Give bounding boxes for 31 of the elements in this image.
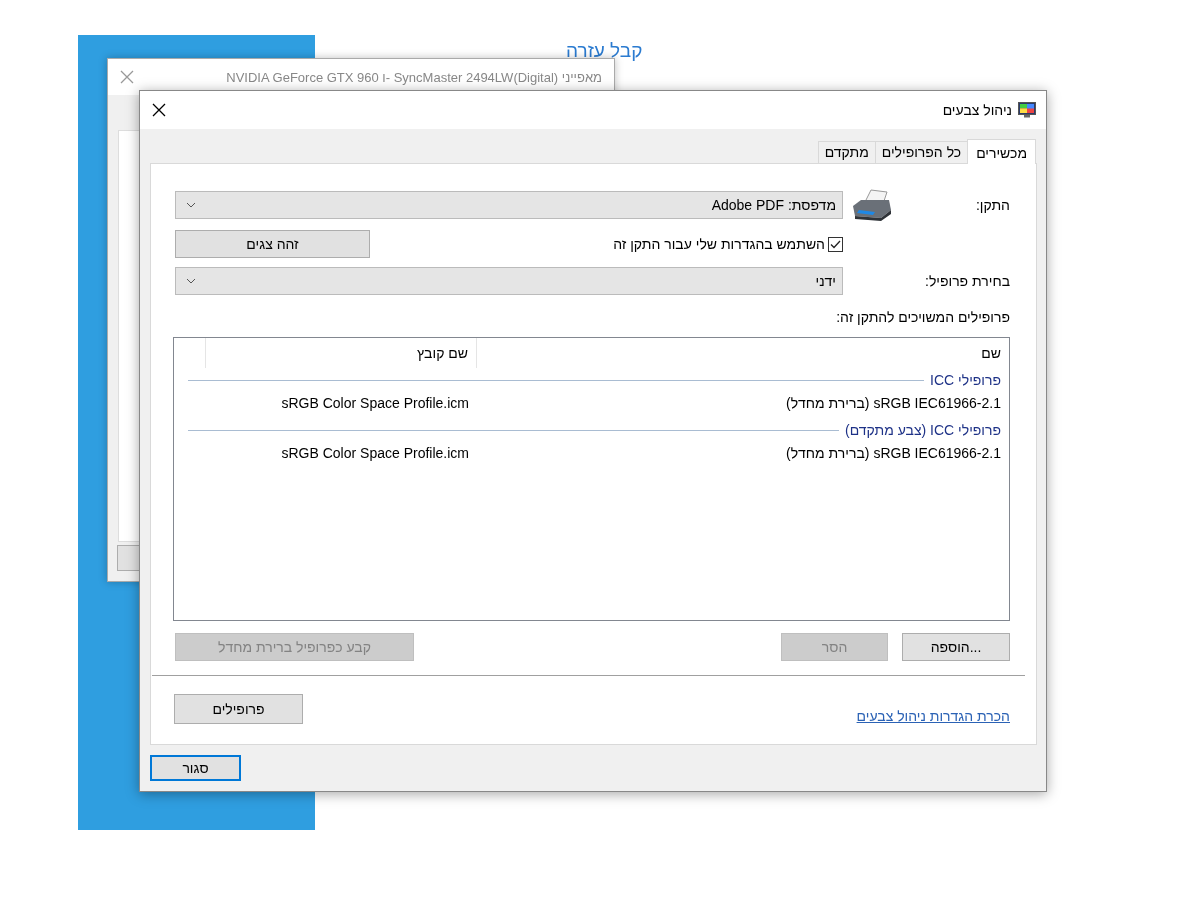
learn-settings-link[interactable]: הכרת הגדרות ניהול צבעים: [856, 708, 1010, 724]
device-label: התקן:: [974, 197, 1010, 213]
column-header[interactable]: שם קובץ: [205, 338, 476, 368]
profile-name[interactable]: sRGB IEC61966-2.1 (ברירת מחדל): [477, 445, 1009, 461]
profile-name[interactable]: sRGB IEC61966-2.1 (ברירת מחדל): [477, 395, 1009, 411]
file-name[interactable]: sRGB Color Space Profile.icm: [207, 395, 477, 411]
group-header: פרופילי ICC (צבע מתקדם): [845, 422, 1001, 438]
chevron-down-icon: [186, 202, 196, 208]
list-button[interactable]: הוספה...: [902, 633, 1010, 661]
file-name[interactable]: sRGB Color Space Profile.icm: [207, 445, 477, 461]
tab[interactable]: מכשירים: [967, 139, 1036, 164]
monitor-icon: [1018, 102, 1036, 118]
identify-displays-button[interactable]: זהה צגים: [175, 230, 370, 258]
use-settings-checkbox[interactable]: השתמש בהגדרות שלי עבור התקן זה: [613, 236, 843, 252]
tab[interactable]: מתקדם: [817, 141, 876, 163]
checkbox[interactable]: [828, 236, 843, 252]
help-link[interactable]: קבל עזרה: [566, 40, 643, 62]
chevron-down-icon: [186, 278, 196, 284]
close-icon[interactable]: [152, 103, 166, 117]
profiles-label: פרופילים המשויכים להתקן זה:: [835, 309, 1010, 325]
window-title: מאפייני SyncMaster 2494LW(Digital) -ו NVIDIA GeForce GTX 960: [226, 69, 602, 85]
check-icon: [830, 239, 841, 249]
window-title: ניהול צבעים: [942, 102, 1012, 118]
close-button[interactable]: סגור: [150, 755, 241, 781]
group-header: פרופילי ICC: [930, 372, 1001, 388]
profile-dropdown[interactable]: ידני: [175, 267, 843, 295]
column-header[interactable]: שם: [476, 338, 1009, 368]
printer-icon: [850, 188, 893, 222]
device-dropdown[interactable]: מדפסת: Adobe PDF: [175, 191, 843, 219]
profile-selection-label: בחירת פרופיל:: [924, 273, 1010, 289]
profiles-button[interactable]: פרופילים: [174, 694, 303, 724]
